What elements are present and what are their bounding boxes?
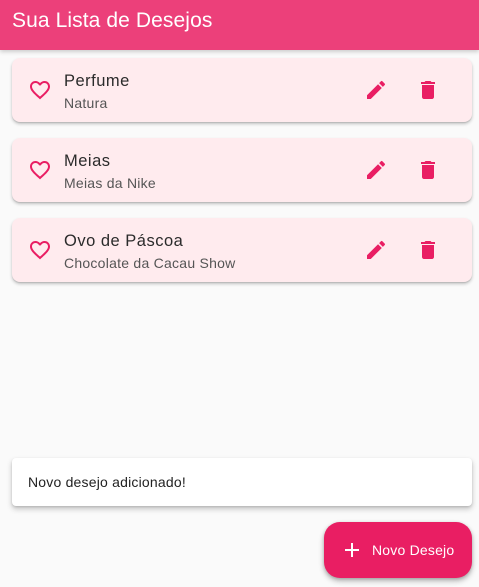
wish-card[interactable]: Meias Meias da Nike	[12, 138, 472, 202]
new-wish-label: Novo Desejo	[372, 542, 455, 558]
wish-title: Perfume	[64, 72, 130, 90]
snackbar: Novo desejo adicionado!	[12, 458, 472, 506]
heart-outline-icon	[30, 81, 50, 100]
wish-title: Ovo de Páscoa	[64, 232, 184, 250]
wish-card[interactable]: Ovo de Páscoa Chocolate da Cacau Show	[12, 218, 472, 282]
delete-icon[interactable]	[416, 78, 440, 102]
plus-icon	[345, 543, 359, 557]
wish-title: Meias	[64, 152, 111, 170]
edit-icon[interactable]	[364, 158, 388, 182]
wish-subtitle: Meias da Nike	[64, 175, 156, 191]
heart-outline-icon	[30, 161, 50, 180]
delete-icon[interactable]	[416, 158, 440, 182]
edit-icon[interactable]	[364, 238, 388, 262]
heart-outline-icon	[30, 241, 50, 260]
wish-card[interactable]: Perfume Natura	[12, 58, 472, 122]
wish-subtitle: Natura	[64, 95, 108, 111]
snackbar-message: Novo desejo adicionado!	[28, 474, 186, 490]
wish-list: Perfume Natura Meias Meias da Nike Ovo d…	[12, 58, 472, 298]
wish-subtitle: Chocolate da Cacau Show	[64, 255, 236, 271]
page-title: Sua Lista de Desejos	[12, 9, 213, 32]
app-bar: Sua Lista de Desejos	[0, 0, 479, 50]
delete-icon[interactable]	[416, 238, 440, 262]
edit-icon[interactable]	[364, 78, 388, 102]
new-wish-button[interactable]: Novo Desejo	[324, 522, 472, 578]
